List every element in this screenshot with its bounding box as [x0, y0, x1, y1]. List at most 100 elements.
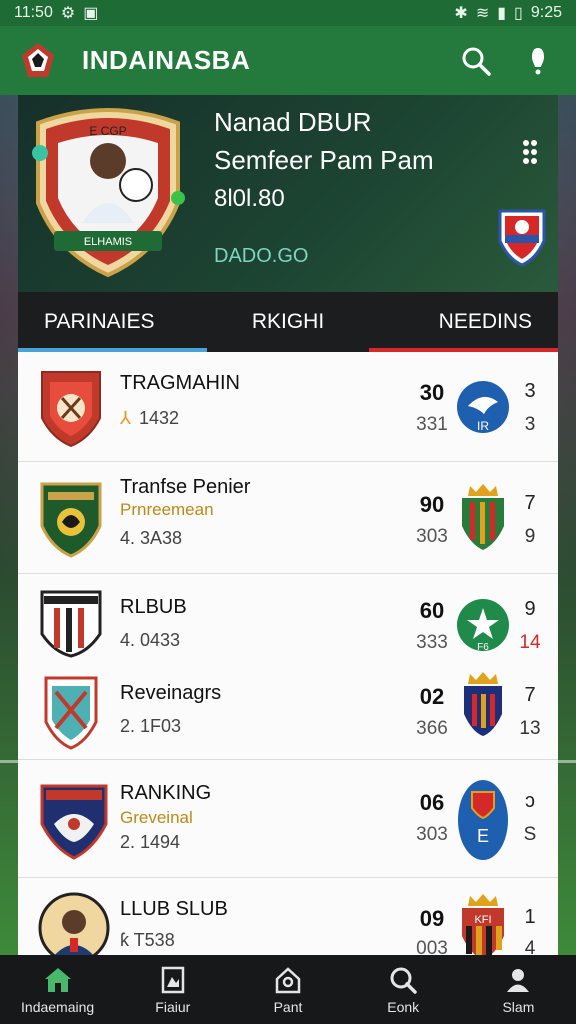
battery-icon: ▯: [514, 5, 523, 22]
team-meta: 2. 1494: [120, 832, 181, 852]
nav-label: Pant: [273, 998, 303, 1015]
club-crest-icon[interactable]: [496, 205, 548, 267]
team-rank: 9: [524, 598, 536, 620]
opponent-crest-icon: [456, 482, 510, 552]
team-meta: ⅄ 1432: [120, 408, 180, 428]
status-time: 11:50: [14, 4, 53, 21]
app-logo-icon[interactable]: [18, 41, 58, 81]
opponent-crest-icon: E: [456, 778, 510, 862]
svg-text:KFI: KFI: [474, 914, 491, 926]
search-icon[interactable]: [456, 41, 496, 81]
nav-eonk[interactable]: Eonk: [346, 955, 461, 1024]
list-item[interactable]: Reveinagrs 2. 1F03 02 366 7 13: [18, 666, 558, 760]
badge-banner-text: ELHAMIS: [84, 236, 132, 248]
player-badge: ELHAMIS E CGP: [28, 103, 188, 278]
team-subtitle: Greveinal: [120, 808, 193, 827]
nav-label: Eonk: [387, 998, 420, 1015]
list-item[interactable]: Tranfse Penier Prnreemean 4. 3A38 90 303…: [18, 462, 558, 574]
bluetooth-icon: ✱: [454, 5, 468, 22]
team-name: TRAGMAHIN: [120, 372, 240, 394]
tab-label: RKIGHI: [251, 310, 325, 333]
house-outline-icon: [275, 966, 301, 993]
match-subscore: 003: [416, 938, 448, 955]
match-score: 02: [419, 684, 445, 709]
team-crest-icon: [38, 780, 110, 860]
match-score: 30: [419, 380, 445, 405]
team-name: Reveinagrs: [120, 682, 222, 704]
match-subscore: 366: [416, 718, 448, 739]
player-price: DADO.GO: [214, 245, 309, 267]
team-crest-icon: [38, 672, 104, 752]
team-crest-icon: [38, 588, 104, 658]
badge-top-text: E CGP: [89, 124, 126, 138]
team-rank-secondary: 13: [519, 718, 541, 739]
tab-bar: PARINAIES RKIGHI NEEDINS: [18, 292, 559, 352]
team-rank-secondary: 3: [524, 414, 536, 435]
match-subscore: 303: [416, 526, 448, 547]
nav-label: Slam: [502, 998, 535, 1015]
list-item[interactable]: LLUB SLUB ƙ T538 09 003 KFI 1 4: [18, 878, 558, 955]
team-meta: 2. 1F03: [120, 716, 182, 736]
app-title: INDAINASBA: [82, 45, 251, 75]
list-item[interactable]: RLBUB 4. 0433 60 333 F6 9 14: [18, 574, 558, 666]
nav-home[interactable]: Indaemaing: [0, 955, 115, 1024]
document-icon: [161, 966, 185, 993]
tab-label: PARINAIES: [44, 310, 155, 333]
team-crest-icon: [38, 368, 104, 448]
list-item[interactable]: TRAGMAHIN ⅄ 1432 30 331 IR 3 3: [18, 352, 558, 462]
opponent-crest-icon: F6: [456, 594, 510, 656]
team-name: Tranfse Penier: [120, 476, 251, 498]
home-icon: [44, 967, 71, 992]
player-name: Nanad DBUR: [214, 107, 372, 137]
nav-pant[interactable]: Pant: [230, 955, 345, 1024]
svg-text:E: E: [477, 826, 489, 846]
team-rank: ɔ: [525, 790, 535, 812]
team-rank-secondary: S: [523, 824, 537, 845]
team-rank: 1: [524, 906, 536, 928]
svg-text:F6: F6: [477, 642, 489, 653]
notification-icon[interactable]: [518, 41, 558, 81]
svg-text:IR: IR: [477, 419, 489, 433]
match-subscore: 331: [416, 414, 448, 435]
match-score: 06: [419, 790, 445, 815]
team-subtitle: Prnreemean: [120, 500, 214, 519]
nav-slam[interactable]: Slam: [461, 955, 576, 1024]
tab-parinaies[interactable]: PARINAIES: [18, 292, 207, 352]
opponent-crest-icon: KFI: [456, 892, 510, 955]
team-crest-icon: [38, 892, 110, 955]
match-subscore: 333: [416, 632, 448, 653]
opponent-crest-icon: IR: [456, 376, 510, 438]
signal-icon: ▮: [497, 5, 507, 22]
team-name: RANKING: [120, 782, 212, 804]
team-rank: 7: [524, 492, 536, 514]
bottom-navigation: Indaemaing Fiaiur Pant Eonk Slam: [0, 955, 576, 1024]
match-score: 90: [419, 492, 445, 517]
tab-needins[interactable]: NEEDINS: [369, 292, 559, 352]
team-rank-secondary: 14: [519, 632, 541, 653]
app-bar: INDAINASBA: [0, 26, 576, 95]
nav-label: Fiaiur: [155, 998, 191, 1015]
wifi-icon: ≋: [475, 5, 490, 22]
team-name: LLUB SLUB: [120, 898, 228, 920]
tab-rkighi[interactable]: RKIGHI: [207, 292, 370, 352]
list-item[interactable]: RANKING Greveinal 2. 1494 06 303 E ɔ S: [18, 760, 558, 878]
nav-label: Indaemaing: [21, 998, 95, 1015]
featured-player-card[interactable]: ELHAMIS E CGP Nanad DBUR Semfeer Pam Pam…: [18, 95, 558, 292]
team-rank: 3: [524, 380, 536, 402]
opponent-crest-icon: [456, 670, 510, 740]
player-number: 8l0l.80: [214, 185, 285, 212]
battery-saver-icon: ▣: [83, 5, 99, 22]
match-subscore: 303: [416, 824, 448, 845]
team-meta: 4. 3A38: [120, 528, 183, 548]
team-name: RLBUB: [120, 596, 187, 618]
settings-icon: ⚙: [60, 5, 76, 22]
match-score: 09: [419, 906, 445, 931]
more-options-icon[interactable]: [520, 137, 540, 167]
team-rank-secondary: 4: [524, 938, 536, 955]
nav-fiaiur[interactable]: Fiaiur: [115, 955, 230, 1024]
team-rank: 7: [524, 684, 536, 706]
match-score: 60: [419, 598, 445, 623]
team-meta: 4. 0433: [120, 630, 181, 650]
team-crest-icon: [38, 478, 104, 558]
team-meta: ƙ T538: [120, 930, 175, 950]
